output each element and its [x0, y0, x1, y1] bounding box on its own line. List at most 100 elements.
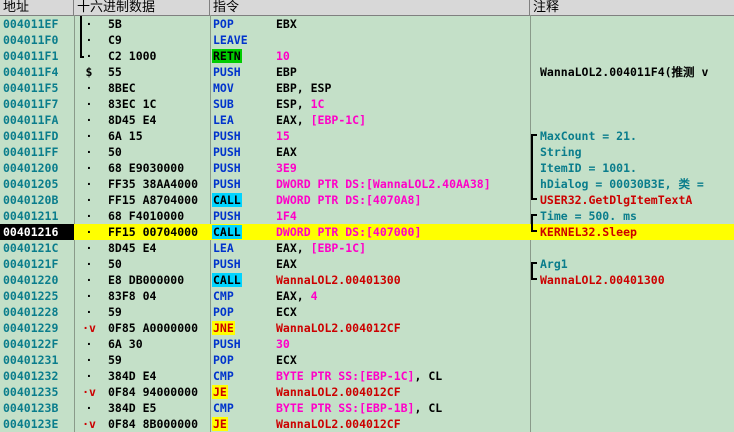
table-row[interactable]: 00401220 · E8 DB000000 CALL WannaLOL2.004013…: [0, 272, 734, 288]
address-cell[interactable]: 004011F4: [0, 64, 74, 80]
comment-cell[interactable]: [540, 16, 734, 32]
mnemonic-cell[interactable]: LEA: [212, 240, 276, 256]
operand-cell[interactable]: EBX: [276, 16, 528, 32]
mnemonic-cell[interactable]: JNE: [212, 320, 276, 336]
mnemonic-cell[interactable]: CALL: [212, 192, 276, 208]
hex-cell[interactable]: 59: [108, 304, 210, 320]
mnemonic-cell[interactable]: PUSH: [212, 128, 276, 144]
address-cell[interactable]: 004011F7: [0, 96, 74, 112]
mnemonic-cell[interactable]: CMP: [212, 400, 276, 416]
hex-cell[interactable]: 55: [108, 64, 210, 80]
hex-cell[interactable]: C2 1000: [108, 48, 210, 64]
comment-cell[interactable]: Arg1: [540, 256, 734, 272]
address-cell[interactable]: 00401211: [0, 208, 74, 224]
table-row[interactable]: 00401232 · 384D E4 CMP BYTE PTR SS:[EBP-1C],…: [0, 368, 734, 384]
address-cell[interactable]: 00401229: [0, 320, 74, 336]
operand-cell[interactable]: EAX, [EBP-1C]: [276, 240, 528, 256]
comment-cell[interactable]: [540, 112, 734, 128]
operand-cell[interactable]: [276, 32, 528, 48]
address-cell[interactable]: 00401235: [0, 384, 74, 400]
operand-cell[interactable]: ECX: [276, 352, 528, 368]
comment-cell[interactable]: [540, 304, 734, 320]
hex-cell[interactable]: 8D45 E4: [108, 240, 210, 256]
address-cell[interactable]: 0040121F: [0, 256, 74, 272]
hex-cell[interactable]: 6A 15: [108, 128, 210, 144]
table-row[interactable]: 0040122F · 6A 30 PUSH 30: [0, 336, 734, 352]
operand-cell[interactable]: EAX, [EBP-1C]: [276, 112, 528, 128]
mnemonic-cell[interactable]: SUB: [212, 96, 276, 112]
mnemonic-cell[interactable]: PUSH: [212, 64, 276, 80]
mnemonic-cell[interactable]: PUSH: [212, 144, 276, 160]
header-address[interactable]: 地址: [0, 0, 74, 15]
operand-cell[interactable]: ESP, 1C: [276, 96, 528, 112]
operand-cell[interactable]: DWORD PTR DS:[407000]: [276, 224, 528, 240]
operand-cell[interactable]: WannaLOL2.004012CF: [276, 320, 528, 336]
table-row[interactable]: 0040123B · 384D E5 CMP BYTE PTR SS:[EBP-1B],…: [0, 400, 734, 416]
address-cell[interactable]: 00401228: [0, 304, 74, 320]
table-row[interactable]: 004011F1 · C2 1000 RETN 10: [0, 48, 734, 64]
comment-cell[interactable]: Time = 500. ms: [540, 208, 734, 224]
mnemonic-cell[interactable]: PUSH: [212, 208, 276, 224]
comment-cell[interactable]: WannaLOL2.00401300: [540, 272, 734, 288]
address-cell[interactable]: 00401200: [0, 160, 74, 176]
mnemonic-cell[interactable]: LEAVE: [212, 32, 276, 48]
hex-cell[interactable]: 50: [108, 256, 210, 272]
table-row[interactable]: 00401228 · 59 POP ECX: [0, 304, 734, 320]
hex-cell[interactable]: 384D E4: [108, 368, 210, 384]
table-row[interactable]: 004011FF · 50 PUSH EAX String: [0, 144, 734, 160]
table-row[interactable]: 00401225 · 83F8 04 CMP EAX, 4: [0, 288, 734, 304]
table-row[interactable]: 004011FA · 8D45 E4 LEA EAX, [EBP-1C]: [0, 112, 734, 128]
comment-cell[interactable]: [540, 416, 734, 432]
mnemonic-cell[interactable]: CMP: [212, 288, 276, 304]
hex-cell[interactable]: E8 DB000000: [108, 272, 210, 288]
comment-cell[interactable]: [540, 48, 734, 64]
mnemonic-cell[interactable]: POP: [212, 352, 276, 368]
table-row[interactable]: 0040120B · FF15 A8704000 CALL DWORD PTR DS:[…: [0, 192, 734, 208]
address-cell[interactable]: 00401225: [0, 288, 74, 304]
address-cell[interactable]: 0040120B: [0, 192, 74, 208]
address-cell[interactable]: 00401232: [0, 368, 74, 384]
address-cell[interactable]: 0040122F: [0, 336, 74, 352]
table-row[interactable]: 00401205 · FF35 38AA4000 PUSH DWORD PTR DS:[…: [0, 176, 734, 192]
header-hex[interactable]: 十六进制数据: [74, 0, 210, 15]
hex-cell[interactable]: 59: [108, 352, 210, 368]
mnemonic-cell[interactable]: CALL: [212, 272, 276, 288]
operand-cell[interactable]: EBP: [276, 64, 528, 80]
table-row[interactable]: 00401229 ·v 0F85 A0000000 JNE WannaLOL2.0040…: [0, 320, 734, 336]
mnemonic-cell[interactable]: MOV: [212, 80, 276, 96]
operand-cell[interactable]: WannaLOL2.004012CF: [276, 416, 528, 432]
operand-cell[interactable]: EAX: [276, 144, 528, 160]
operand-cell[interactable]: EAX: [276, 256, 528, 272]
header-comment[interactable]: 注释: [530, 0, 734, 15]
comment-cell[interactable]: String: [540, 144, 734, 160]
address-cell[interactable]: 0040121C: [0, 240, 74, 256]
comment-cell[interactable]: [540, 320, 734, 336]
hex-cell[interactable]: 6A 30: [108, 336, 210, 352]
address-cell[interactable]: 004011F0: [0, 32, 74, 48]
hex-cell[interactable]: 8BEC: [108, 80, 210, 96]
mnemonic-cell[interactable]: CMP: [212, 368, 276, 384]
address-cell[interactable]: 004011FD: [0, 128, 74, 144]
hex-cell[interactable]: 83F8 04: [108, 288, 210, 304]
operand-cell[interactable]: DWORD PTR DS:[WannaLOL2.40AA38]: [276, 176, 528, 192]
address-cell[interactable]: 00401220: [0, 272, 74, 288]
table-row[interactable]: 00401211 · 68 F4010000 PUSH 1F4 Time = 500. m…: [0, 208, 734, 224]
table-row[interactable]: 004011F0 · C9 LEAVE: [0, 32, 734, 48]
table-row[interactable]: 004011FD · 6A 15 PUSH 15 MaxCount = 21.: [0, 128, 734, 144]
address-cell[interactable]: 004011FF: [0, 144, 74, 160]
table-row[interactable]: 004011F7 · 83EC 1C SUB ESP, 1C: [0, 96, 734, 112]
address-cell[interactable]: 0040123E: [0, 416, 74, 432]
comment-cell[interactable]: hDialog = 00030B3E, 类 =: [540, 176, 734, 192]
comment-cell[interactable]: [540, 336, 734, 352]
hex-cell[interactable]: 8D45 E4: [108, 112, 210, 128]
operand-cell[interactable]: BYTE PTR SS:[EBP-1B], CL: [276, 400, 528, 416]
comment-cell[interactable]: [540, 80, 734, 96]
operand-cell[interactable]: EAX, 4: [276, 288, 528, 304]
hex-cell[interactable]: FF15 00704000: [108, 224, 210, 240]
mnemonic-cell[interactable]: PUSH: [212, 256, 276, 272]
table-row[interactable]: 0040121F · 50 PUSH EAX Arg1: [0, 256, 734, 272]
hex-cell[interactable]: FF35 38AA4000: [108, 176, 210, 192]
comment-cell[interactable]: [540, 352, 734, 368]
hex-cell[interactable]: 0F84 8B000000: [108, 416, 210, 432]
address-cell[interactable]: 004011FA: [0, 112, 74, 128]
